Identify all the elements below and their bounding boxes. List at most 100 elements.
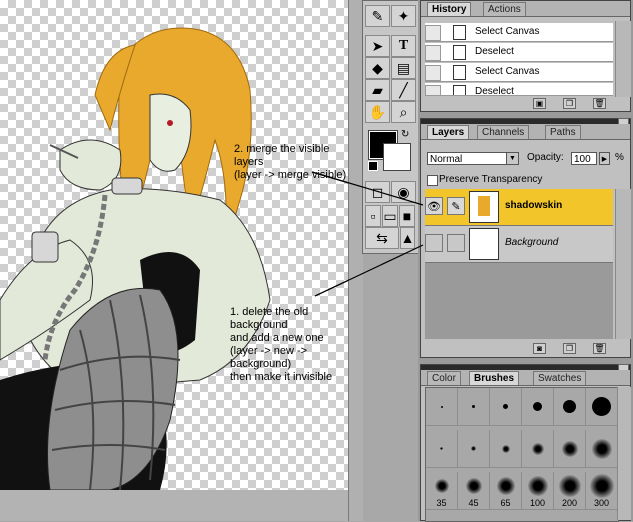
brush-preset[interactable] (554, 388, 586, 426)
layer-name: shadowskin (505, 200, 563, 211)
layers-scrollbar[interactable] (615, 189, 631, 339)
blend-mode-select[interactable]: Normal ▼ (427, 152, 519, 165)
screen-mode-standard-icon[interactable]: ▫ (365, 205, 381, 227)
brush-size-label: 65 (500, 498, 511, 508)
history-item[interactable]: Deselect (425, 83, 613, 96)
jump-to-imageready-icon[interactable]: ⇆ (365, 227, 399, 249)
magic-wand-icon[interactable]: ✦ (391, 5, 416, 27)
tab-color[interactable]: Color (427, 371, 461, 385)
document-icon (453, 85, 466, 95)
eye-icon[interactable]: 👁 (425, 197, 443, 215)
layer-thumbnail (469, 191, 499, 223)
brush-link-icon[interactable]: ✎ (447, 197, 465, 215)
brush-size-label: 100 (529, 498, 546, 508)
history-item[interactable]: Select Canvas (425, 63, 613, 82)
brush-preset[interactable] (458, 388, 490, 426)
move-tool-icon[interactable]: ➤ (365, 35, 390, 57)
type-tool-icon[interactable]: T (391, 35, 416, 57)
brush-preset[interactable]: 200 (554, 472, 586, 510)
history-scrollbar[interactable] (615, 21, 631, 97)
layer-row-background[interactable]: Background (425, 226, 613, 263)
brush-tip-icon (472, 405, 475, 408)
brush-tip-icon (563, 400, 576, 413)
brush-preset[interactable] (490, 388, 522, 426)
brush-size-label: 45 (468, 498, 479, 508)
visibility-toggle-empty[interactable] (425, 234, 443, 252)
callout-line: and add a new one (230, 332, 324, 344)
opacity-label: Opacity: (527, 152, 564, 163)
preserve-transparency-checkbox[interactable] (427, 175, 438, 186)
tab-brushes[interactable]: Brushes (469, 371, 520, 385)
hand-tool-icon[interactable]: ✋ (365, 101, 390, 123)
opacity-unit: % (615, 152, 624, 163)
callout-line: 1. delete the old background (230, 306, 309, 331)
callout-step2: 2. merge the visible layers (layer -> me… (234, 143, 348, 182)
brush-preset[interactable] (586, 430, 618, 468)
tab-layers[interactable]: Layers (427, 125, 470, 139)
callout-step1: 1. delete the old background and add a n… (230, 306, 348, 384)
delete-layer-icon[interactable]: 🗑 (593, 343, 606, 354)
layer-row-shadowskin[interactable]: 👁 ✎ shadowskin (425, 189, 613, 226)
add-mask-button[interactable]: ◙ (533, 343, 546, 354)
brush-preset[interactable] (426, 430, 458, 468)
brush-preset[interactable]: 35 (426, 472, 458, 510)
history-item[interactable]: Deselect (425, 43, 613, 62)
brush-tip-icon (527, 475, 548, 496)
tab-paths[interactable]: Paths (545, 125, 581, 139)
brush-tip-icon (533, 402, 542, 411)
brush-preset[interactable]: 45 (458, 472, 490, 510)
link-toggle-empty[interactable] (447, 234, 465, 252)
blend-mode-value: Normal (430, 154, 463, 165)
document-icon (453, 65, 466, 80)
paint-bucket-icon[interactable]: ◆ (365, 57, 390, 79)
brush-tip-icon (465, 477, 482, 494)
history-item[interactable]: Select Canvas (425, 23, 613, 42)
brush-preset[interactable] (490, 430, 522, 468)
brush-preset[interactable] (586, 388, 618, 426)
new-document-button[interactable]: ❐ (563, 98, 576, 109)
brush-size-label: 35 (436, 498, 447, 508)
brush-tip-icon (471, 446, 476, 451)
eraser-icon[interactable]: ▰ (365, 79, 390, 101)
tab-history[interactable]: History (427, 2, 472, 16)
default-colors-icon[interactable] (368, 161, 378, 171)
brush-tip-icon (440, 405, 443, 408)
opacity-arrow-icon[interactable]: ▶ (599, 152, 610, 165)
document-canvas[interactable]: 2. merge the visible layers (layer -> me… (0, 0, 348, 490)
new-snapshot-button[interactable]: ▣ (533, 98, 546, 109)
workspace-edge (348, 0, 363, 521)
quick-mask-icon[interactable]: ◉ (391, 181, 416, 203)
eyedropper-icon[interactable]: ╱ (391, 79, 416, 101)
brush-preset[interactable]: 65 (490, 472, 522, 510)
brush-preset[interactable] (522, 388, 554, 426)
brush-grid: 35 45 65 100 200 300 (425, 387, 619, 522)
layers-tabs: Layers Channels Paths (421, 124, 630, 140)
background-color-swatch[interactable] (383, 143, 411, 171)
brushes-tabs: Color Brushes Swatches (421, 370, 630, 386)
brush-preset[interactable] (458, 430, 490, 468)
brush-preset[interactable]: 100 (522, 472, 554, 510)
standard-mode-icon[interactable]: ◻ (365, 181, 390, 203)
brush-tip-icon (503, 404, 508, 409)
tab-swatches[interactable]: Swatches (533, 371, 587, 385)
tab-channels[interactable]: Channels (477, 125, 530, 139)
brush-preset[interactable] (554, 430, 586, 468)
layer-name: Background (505, 237, 559, 248)
new-layer-button[interactable]: ❐ (563, 343, 576, 354)
screen-mode-full-menu-icon[interactable]: ▭ (382, 205, 398, 227)
document-icon (453, 25, 466, 40)
delete-state-icon[interactable]: 🗑 (593, 98, 606, 109)
screen-mode-full-icon[interactable]: ■ (399, 205, 415, 227)
tab-actions[interactable]: Actions (483, 2, 526, 16)
opacity-field[interactable]: 100 (571, 152, 597, 165)
document-icon (453, 45, 466, 60)
swap-colors-icon[interactable]: ↻ (401, 129, 409, 140)
lasso-tool-icon[interactable]: ✎ (365, 5, 390, 27)
zoom-tool-icon[interactable]: ⌕ (391, 101, 416, 123)
brush-preset[interactable] (522, 430, 554, 468)
brush-preset[interactable] (426, 388, 458, 426)
brush-tip-icon (496, 476, 515, 495)
brush-preset[interactable]: 300 (586, 472, 618, 510)
brushes-scrollbar[interactable] (617, 387, 631, 520)
gradient-tool-icon[interactable]: ▤ (391, 57, 416, 79)
